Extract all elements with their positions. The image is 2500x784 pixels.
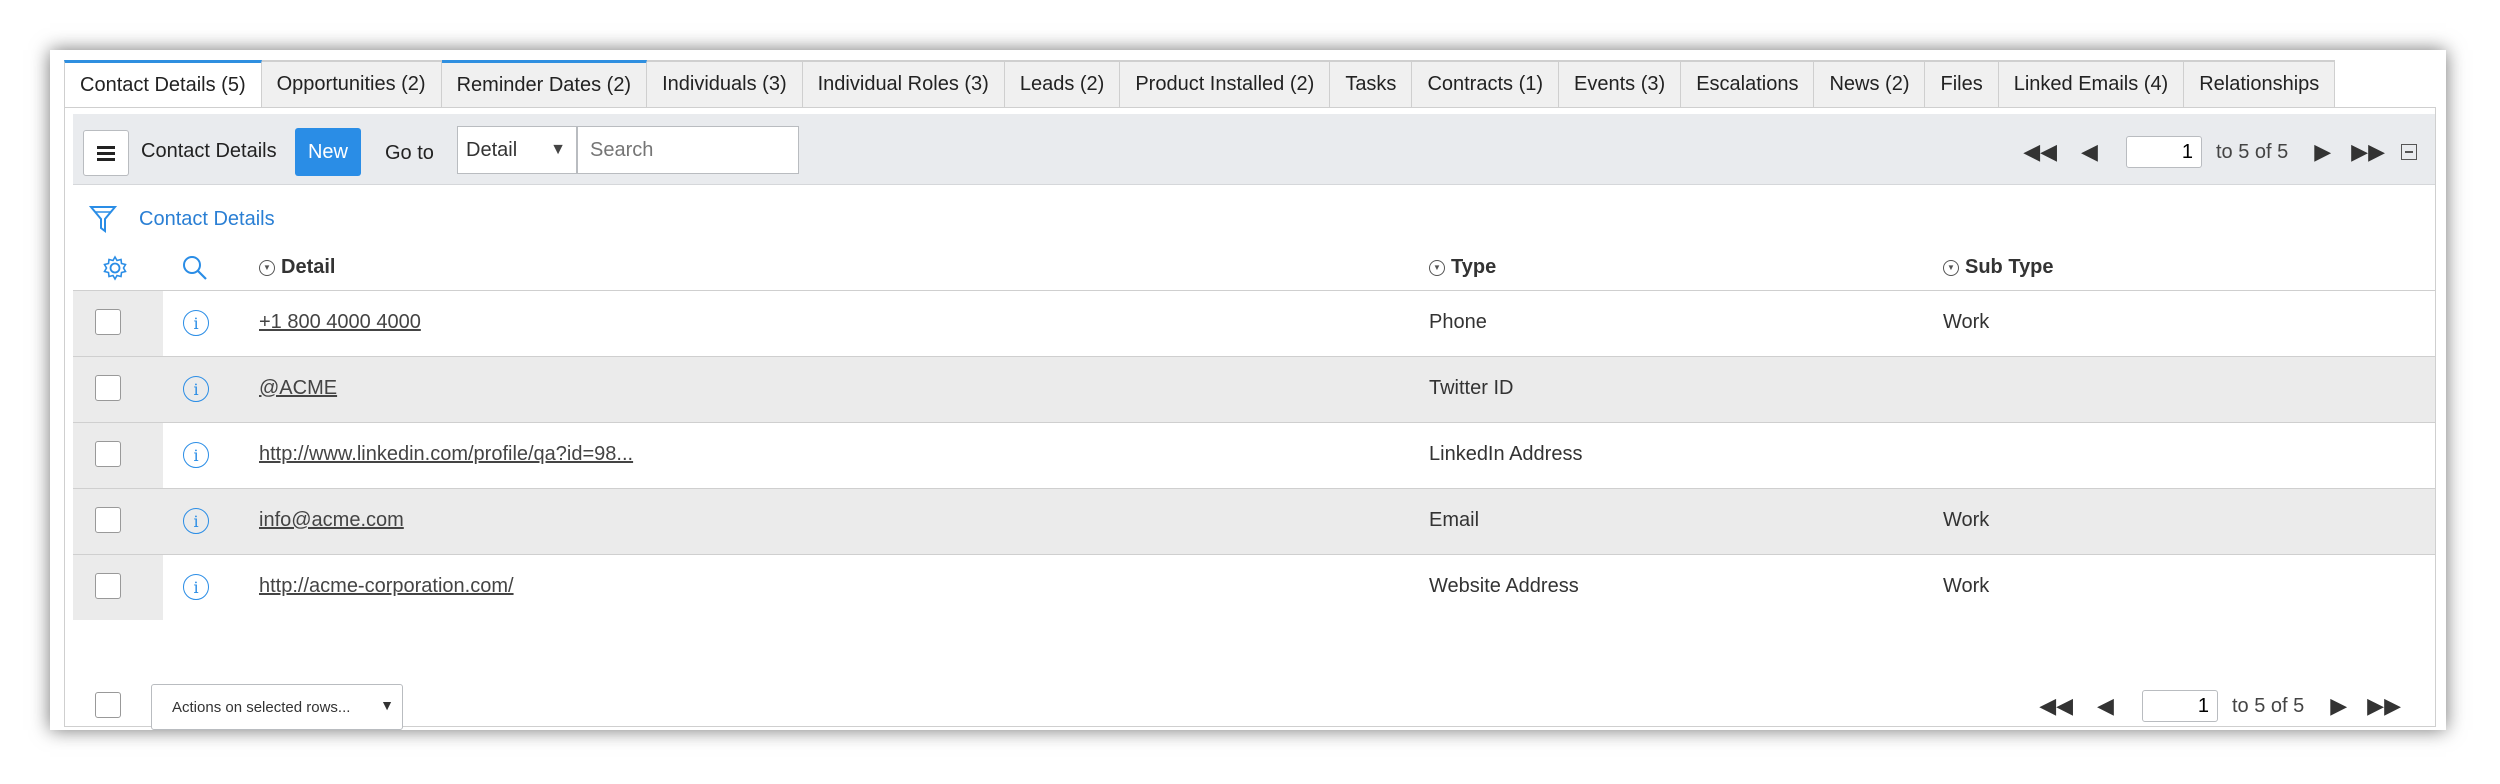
type-cell: Phone: [1429, 311, 1487, 333]
column-header-detail-label: Detail: [281, 256, 336, 278]
hamburger-icon: [97, 146, 115, 161]
column-header-subtype-label: Sub Type: [1965, 256, 2054, 278]
detail-link[interactable]: info@acme.com: [259, 509, 404, 532]
toolbar-title: Contact Details: [141, 140, 277, 162]
filter-label[interactable]: Contact Details: [139, 208, 275, 231]
tab-individual-roles[interactable]: Individual Roles (3): [802, 60, 1005, 108]
new-button[interactable]: New: [295, 128, 361, 176]
table-row: i http://www.linkedin.com/profile/qa?id=…: [73, 423, 2435, 489]
dropdown-arrow-icon: ▼: [380, 697, 394, 713]
subtype-cell: Work: [1943, 311, 1990, 333]
info-icon[interactable]: i: [183, 376, 209, 402]
tab-leads[interactable]: Leads (2): [1004, 60, 1121, 108]
detail-link[interactable]: http://acme-corporation.com/: [259, 575, 514, 598]
column-header-type-label: Type: [1451, 256, 1497, 278]
subtype-cell: Work: [1943, 575, 1990, 597]
select-all-checkbox[interactable]: [95, 692, 121, 718]
tab-contracts[interactable]: Contracts (1): [1412, 60, 1560, 108]
next-page-icon[interactable]: ▶: [2330, 693, 2347, 719]
prev-page-icon[interactable]: ◀: [2081, 139, 2098, 165]
row-select-cell: [73, 489, 163, 554]
actions-dropdown[interactable]: Actions on selected rows... ▼: [151, 684, 403, 730]
page-range-text: to 5 of 5: [2231, 694, 2305, 717]
menu-button[interactable]: [83, 130, 129, 176]
tab-tasks[interactable]: Tasks: [1330, 60, 1413, 108]
row-select-cell: [73, 423, 163, 488]
tab-opportunities[interactable]: Opportunities (2): [261, 60, 442, 108]
settings-gear-icon[interactable]: [101, 254, 129, 282]
type-cell: Twitter ID: [1429, 377, 1514, 399]
last-page-icon[interactable]: ▶▶: [2367, 693, 2401, 719]
collapse-icon[interactable]: [2401, 144, 2417, 160]
window: Contact Details (5) Opportunities (2) Re…: [50, 50, 2446, 730]
tab-events[interactable]: Events (3): [1559, 60, 1682, 108]
detail-link[interactable]: +1 800 4000 4000: [259, 311, 421, 334]
table-row: i http://acme-corporation.com/ Website A…: [73, 555, 2435, 620]
search-icon[interactable]: [181, 254, 209, 282]
tab-product-installed[interactable]: Product Installed (2): [1120, 60, 1331, 108]
bottom-pager: ◀◀ ◀ to 5 of 5 ▶ ▶▶: [2039, 690, 2401, 722]
sort-icon: ▼: [1429, 259, 1445, 276]
row-checkbox[interactable]: [95, 441, 121, 467]
row-checkbox[interactable]: [95, 309, 121, 335]
sort-icon: ▼: [259, 259, 275, 276]
tab-linked-emails[interactable]: Linked Emails (4): [1998, 60, 2185, 108]
table-row: i @ACME Twitter ID: [73, 357, 2435, 423]
tab-individuals[interactable]: Individuals (3): [647, 60, 803, 108]
table-row: i +1 800 4000 4000 Phone Work: [73, 291, 2435, 357]
first-page-icon[interactable]: ◀◀: [2039, 693, 2073, 719]
type-cell: LinkedIn Address: [1429, 443, 1583, 465]
tab-escalations[interactable]: Escalations: [1681, 60, 1815, 108]
type-cell: Website Address: [1429, 575, 1579, 597]
tab-relationships[interactable]: Relationships: [2184, 60, 2336, 108]
tab-bar: Contact Details (5) Opportunities (2) Re…: [64, 60, 2336, 108]
page-number-input[interactable]: [2141, 690, 2218, 722]
column-header-subtype[interactable]: ▼ Sub Type: [1943, 256, 2054, 279]
search-input[interactable]: [577, 126, 799, 174]
filter-icon[interactable]: [89, 204, 117, 234]
subtype-cell: Work: [1943, 509, 1990, 531]
detail-link[interactable]: http://www.linkedin.com/profile/qa?id=98…: [259, 443, 633, 466]
info-icon[interactable]: i: [183, 310, 209, 336]
column-header-detail[interactable]: ▼ Detail: [259, 256, 335, 279]
dropdown-arrow-icon: ▼: [550, 141, 566, 158]
sort-icon: ▼: [1943, 259, 1959, 276]
row-select-cell: [73, 357, 163, 422]
info-icon[interactable]: i: [183, 442, 209, 468]
table-footer: Actions on selected rows... ▼ ◀◀ ◀ to 5 …: [73, 684, 2435, 744]
goto-select[interactable]: Detail ▼: [457, 126, 577, 174]
goto-label: Go to: [385, 142, 434, 164]
filter-row: Contact Details: [89, 202, 275, 236]
table-header: ▼ Detail ▼ Type ▼ Sub Type: [73, 246, 2435, 291]
row-select-cell: [73, 555, 163, 620]
prev-page-icon[interactable]: ◀: [2097, 693, 2114, 719]
type-cell: Email: [1429, 509, 1480, 531]
tab-files[interactable]: Files: [1925, 60, 1999, 108]
detail-link[interactable]: @ACME: [259, 377, 337, 400]
page-number-input[interactable]: [2125, 136, 2202, 168]
tab-contact-details[interactable]: Contact Details (5): [64, 60, 262, 108]
info-icon[interactable]: i: [183, 508, 209, 534]
goto-select-value: Detail: [466, 138, 518, 161]
row-checkbox[interactable]: [95, 375, 121, 401]
last-page-icon[interactable]: ▶▶: [2351, 139, 2385, 165]
tab-news[interactable]: News (2): [1814, 60, 1926, 108]
first-page-icon[interactable]: ◀◀: [2023, 139, 2057, 165]
table-row: i info@acme.com Email Work: [73, 489, 2435, 555]
top-pager: ◀◀ ◀ to 5 of 5 ▶ ▶▶: [2023, 136, 2417, 168]
toolbar: Contact Details New Go to Detail ▼ ◀◀ ◀ …: [73, 114, 2435, 185]
next-page-icon[interactable]: ▶: [2314, 139, 2331, 165]
row-checkbox[interactable]: [95, 507, 121, 533]
info-icon[interactable]: i: [183, 574, 209, 600]
tab-reminder-dates[interactable]: Reminder Dates (2): [441, 60, 648, 108]
row-select-cell: [73, 291, 163, 356]
column-header-type[interactable]: ▼ Type: [1429, 256, 1496, 279]
actions-dropdown-label: Actions on selected rows...: [172, 698, 351, 716]
contact-details-panel: Contact Details New Go to Detail ▼ ◀◀ ◀ …: [64, 107, 2436, 730]
row-checkbox[interactable]: [95, 573, 121, 599]
page-range-text: to 5 of 5: [2215, 140, 2289, 163]
